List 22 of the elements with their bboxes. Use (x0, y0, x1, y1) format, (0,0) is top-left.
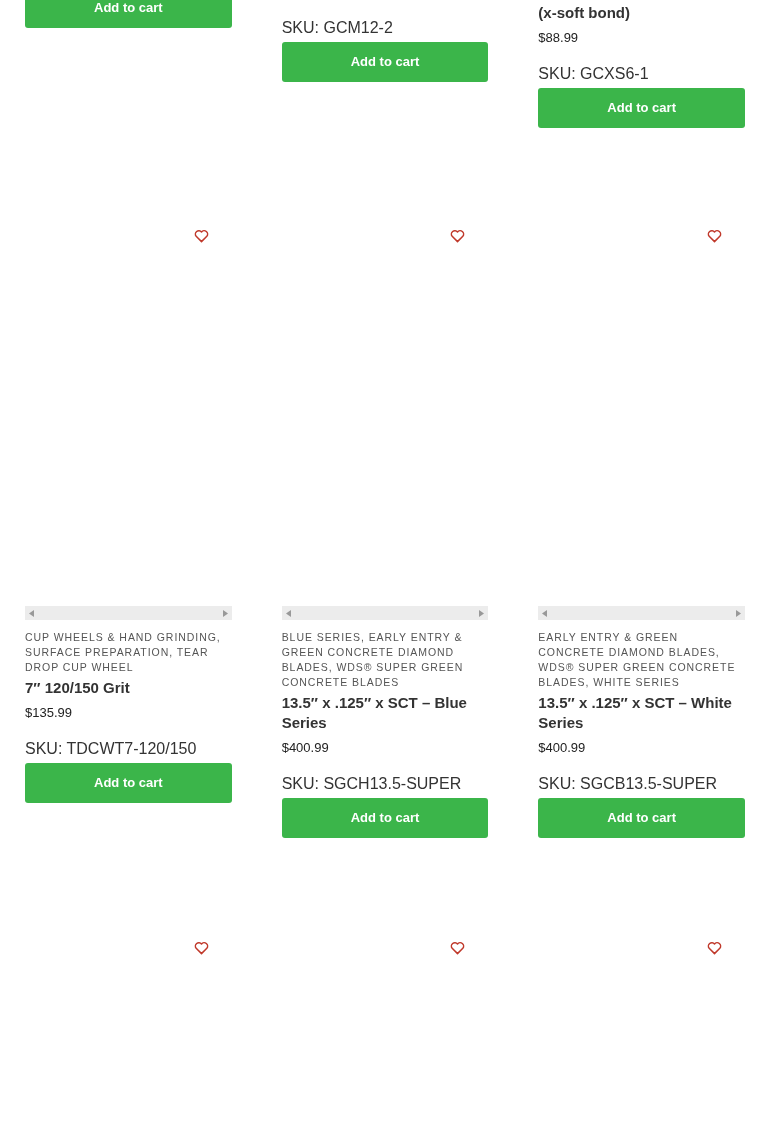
price: $400.99 (281, 740, 330, 756)
product-title[interactable]: 13.5″ x .125″ x SCT – White Series (538, 693, 745, 733)
sku-text: SKU: GCXS6-1 (538, 64, 650, 84)
sku-text: SKU: SGCH13.5-SUPER (281, 774, 463, 794)
sku-text: SKU: GCM12-2 (281, 18, 394, 38)
product-title[interactable]: (x-soft bond) (538, 3, 745, 23)
category-links[interactable]: BLUE SERIES, EARLY ENTRY & GREEN CONCRETE DIAMOND BLADES, WDS® SUPER GREEN CONCRETE BLADES (281, 630, 489, 690)
heart-icon[interactable] (707, 229, 722, 243)
heart-icon[interactable] (193, 941, 209, 955)
price: $135.99 (25, 705, 73, 721)
heart-icon[interactable] (450, 229, 466, 243)
product-title[interactable]: 7″ 120/150 Grit (25, 678, 232, 698)
heart-icon[interactable] (450, 941, 466, 955)
heart-icon[interactable] (707, 941, 722, 955)
price: $400.99 (538, 740, 587, 756)
price: $88.99 (538, 30, 580, 46)
category-links[interactable]: EARLY ENTRY & GREEN CONCRETE DIAMOND BLADES, WDS® SUPER GREEN CONCRETE BLADES, WHITE SERIES (538, 630, 745, 690)
product-title[interactable]: 13.5″ x .125″ x SCT – Blue Series (281, 693, 489, 733)
category-links[interactable]: CUP WHEELS & HAND GRINDING, SURFACE PREPARATION, TEAR DROP CUP WHEEL (25, 630, 232, 675)
sku-text: SKU: TDCWT7-120/150 (25, 739, 198, 759)
heart-icon[interactable] (193, 229, 209, 243)
sku-text: SKU: SGCB13.5-SUPER (538, 774, 719, 794)
